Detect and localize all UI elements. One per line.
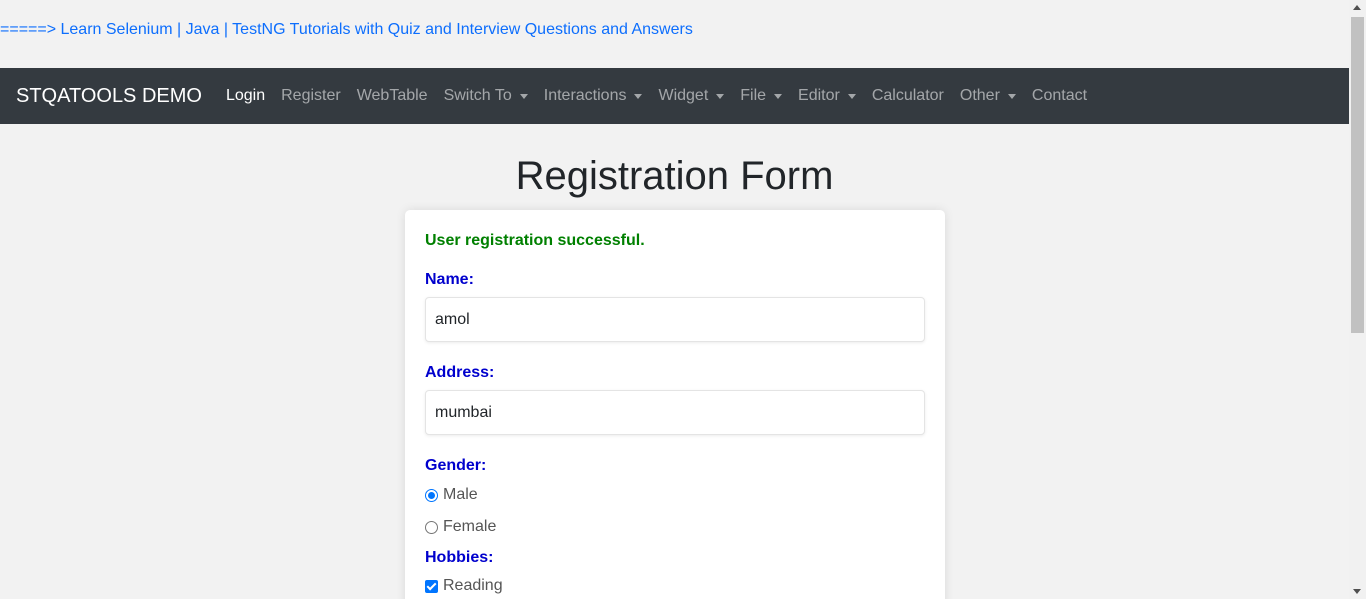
address-label: Address: bbox=[425, 364, 495, 381]
nav-editor-label: Editor bbox=[798, 87, 840, 104]
caret-down-icon bbox=[1007, 93, 1016, 99]
reading-label: Reading bbox=[443, 577, 503, 594]
nav-login-label: Login bbox=[225, 87, 266, 104]
nav-contact[interactable]: Contact bbox=[1024, 87, 1095, 105]
nav-webtable[interactable]: WebTable bbox=[349, 87, 436, 105]
nav-editor[interactable]: Editor bbox=[790, 87, 864, 105]
scroll-up-arrow-icon[interactable] bbox=[1353, 5, 1361, 10]
nav-interactions-label: Interactions bbox=[543, 87, 627, 104]
nav-webtable-label: WebTable bbox=[356, 87, 428, 104]
reading-checkbox[interactable] bbox=[425, 579, 438, 593]
navbar: STQATOOLS DEMO Login Register WebTable S… bbox=[0, 68, 1349, 124]
registration-form-card: User registration successful. Name: Addr… bbox=[405, 210, 945, 599]
female-label: Female bbox=[443, 518, 497, 535]
male-label: Male bbox=[443, 486, 478, 503]
nav-login[interactable]: Login bbox=[218, 87, 273, 105]
nav-register[interactable]: Register bbox=[273, 87, 349, 105]
caret-down-icon bbox=[634, 93, 643, 99]
nav-register-label: Register bbox=[281, 87, 341, 104]
hobbies-label: Hobbies: bbox=[425, 549, 494, 566]
navbar-brand[interactable]: STQATOOLS DEMO bbox=[16, 85, 202, 108]
nav-calculator-label: Calculator bbox=[871, 87, 944, 104]
caret-down-icon bbox=[847, 93, 856, 99]
nav-file[interactable]: File bbox=[732, 87, 790, 105]
nav-widget-label: Widget bbox=[658, 87, 709, 104]
gender-label: Gender: bbox=[425, 457, 487, 474]
caret-down-icon bbox=[774, 93, 783, 99]
nav-widget[interactable]: Widget bbox=[650, 87, 732, 105]
nav-other-label: Other bbox=[959, 87, 1000, 104]
nav-other[interactable]: Other bbox=[952, 87, 1024, 105]
hobby-option-reading[interactable]: Reading bbox=[425, 576, 925, 596]
nav-switch-to-label: Switch To bbox=[443, 87, 512, 104]
scrollbar-thumb[interactable] bbox=[1351, 17, 1364, 333]
nav-contact-label: Contact bbox=[1031, 87, 1088, 104]
name-input[interactable] bbox=[425, 297, 925, 342]
vertical-scrollbar[interactable] bbox=[1349, 0, 1366, 599]
name-label: Name: bbox=[425, 271, 474, 288]
address-input[interactable] bbox=[425, 390, 925, 435]
page-title: Registration Form bbox=[515, 154, 834, 198]
learn-selenium-link[interactable]: =====> Learn Selenium | Java | TestNG Tu… bbox=[0, 21, 693, 39]
caret-down-icon bbox=[519, 93, 528, 99]
nav-interactions[interactable]: Interactions bbox=[536, 87, 651, 105]
nav-file-label: File bbox=[740, 87, 767, 104]
male-radio[interactable] bbox=[425, 488, 438, 502]
nav-calculator[interactable]: Calculator bbox=[864, 87, 952, 105]
caret-down-icon bbox=[716, 93, 725, 99]
success-message: User registration successful. bbox=[425, 232, 645, 249]
gender-option-female[interactable]: Female bbox=[425, 517, 925, 537]
gender-option-male[interactable]: Male bbox=[425, 485, 925, 505]
nav-switch-to[interactable]: Switch To bbox=[436, 87, 536, 105]
scroll-down-arrow-icon[interactable] bbox=[1353, 589, 1361, 594]
female-radio[interactable] bbox=[425, 520, 438, 534]
